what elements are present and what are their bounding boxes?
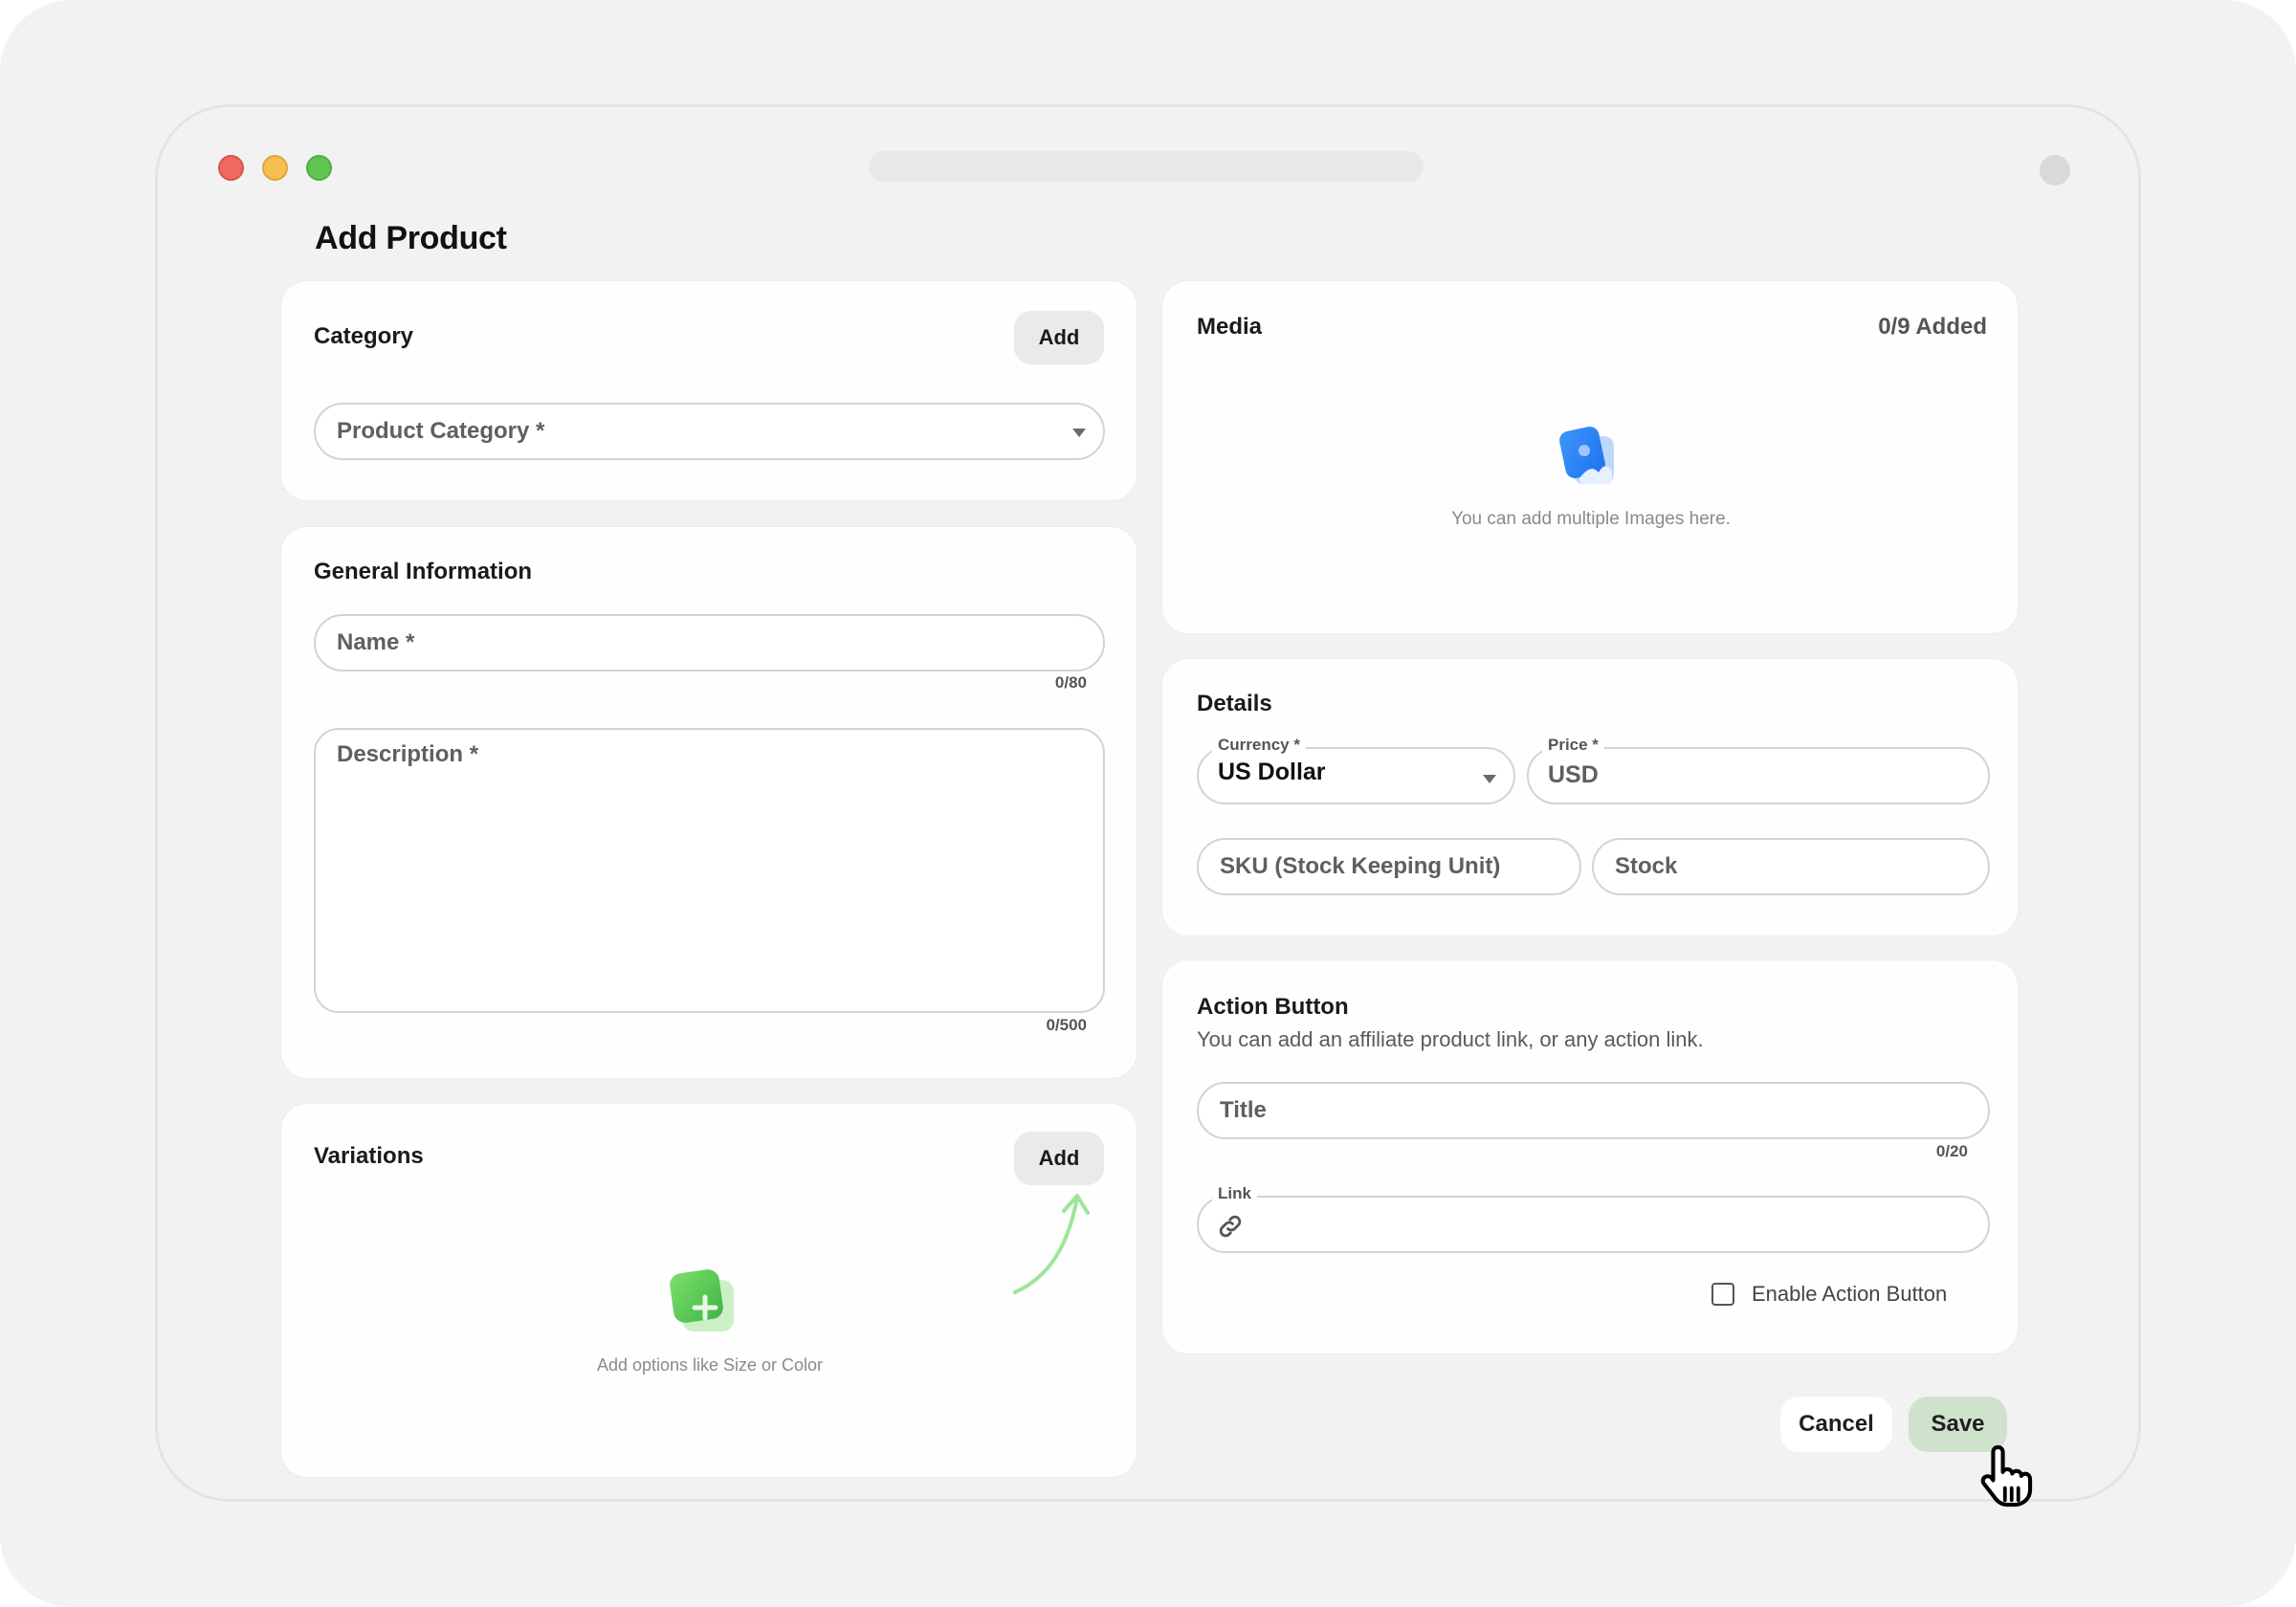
address-bar[interactable] xyxy=(869,151,1424,182)
variations-card: Variations Add Add options like Size or … xyxy=(280,1103,1137,1478)
general-information-card: General Information Name * 0/80 Descript… xyxy=(280,526,1137,1079)
details-title: Details xyxy=(1197,691,1272,716)
details-card: Details Currency * US Dollar Price * USD… xyxy=(1161,658,2019,936)
sku-input[interactable]: SKU (Stock Keeping Unit) xyxy=(1197,838,1581,895)
media-title: Media xyxy=(1197,314,1263,340)
enable-action-checkbox[interactable] xyxy=(1711,1283,1734,1306)
sku-placeholder: SKU (Stock Keeping Unit) xyxy=(1220,853,1501,879)
description-placeholder: Description * xyxy=(337,741,479,767)
action-title-char-counter: 0/20 xyxy=(1935,1142,1968,1160)
page-title: Add Product xyxy=(315,220,507,256)
enable-action-button-toggle[interactable]: Enable Action Button xyxy=(1711,1282,1947,1307)
product-category-select[interactable]: Product Category * xyxy=(314,403,1105,460)
add-variation-button[interactable]: Add xyxy=(1014,1132,1104,1185)
currency-select[interactable]: Currency * US Dollar xyxy=(1197,736,1515,804)
category-title: Category xyxy=(314,323,414,349)
close-window-button[interactable] xyxy=(218,155,244,181)
name-input[interactable]: Name * xyxy=(314,614,1105,671)
name-char-counter: 0/80 xyxy=(1054,673,1087,692)
general-information-title: General Information xyxy=(314,559,533,584)
media-empty-text: You can add multiple Images here. xyxy=(1451,509,1731,529)
name-placeholder: Name * xyxy=(337,629,415,655)
pointer-arrow-icon xyxy=(1013,1194,1090,1294)
stock-placeholder: Stock xyxy=(1615,853,1678,879)
description-textarea[interactable]: Description * xyxy=(314,728,1105,1013)
cancel-button[interactable]: Cancel xyxy=(1780,1397,1892,1452)
currency-value: US Dollar xyxy=(1218,759,1326,785)
variations-title: Variations xyxy=(314,1143,424,1169)
chevron-down-icon xyxy=(1072,429,1086,437)
window-menu-dot[interactable] xyxy=(2040,155,2070,186)
variations-empty-text: Add options like Size or Color xyxy=(596,1355,824,1375)
currency-label: Currency * xyxy=(1212,736,1306,755)
price-input[interactable]: Price * USD xyxy=(1527,736,1990,804)
stock-input[interactable]: Stock xyxy=(1592,838,1990,895)
link-label: Link xyxy=(1212,1184,1257,1203)
image-icon xyxy=(1559,427,1614,484)
description-char-counter: 0/500 xyxy=(1046,1016,1087,1034)
enable-action-label: Enable Action Button xyxy=(1752,1282,1948,1306)
media-card[interactable]: Media 0/9 Added You can add multiple Ima… xyxy=(1161,280,2019,634)
action-title-placeholder: Title xyxy=(1220,1097,1267,1123)
action-button-title: Action Button xyxy=(1197,994,1349,1020)
media-count: 0/9 Added xyxy=(1878,314,1987,340)
link-input[interactable]: Link xyxy=(1197,1184,1990,1253)
product-category-placeholder: Product Category * xyxy=(337,418,545,444)
price-placeholder: USD xyxy=(1548,761,1599,788)
action-button-card: Action Button You can add an affiliate p… xyxy=(1161,959,2019,1354)
minimize-window-button[interactable] xyxy=(262,155,288,181)
add-variation-icon xyxy=(670,1269,734,1332)
add-category-button[interactable]: Add xyxy=(1014,311,1104,364)
hand-pointer-cursor-icon xyxy=(1980,1444,2033,1508)
price-label: Price * xyxy=(1542,736,1604,755)
maximize-window-button[interactable] xyxy=(306,155,332,181)
category-card: Category Add Product Category * xyxy=(280,280,1137,501)
action-button-subtitle: You can add an affiliate product link, o… xyxy=(1197,1027,1704,1051)
link-icon xyxy=(1219,1215,1242,1238)
chevron-down-icon xyxy=(1483,775,1496,783)
action-title-input[interactable]: Title xyxy=(1197,1082,1990,1139)
